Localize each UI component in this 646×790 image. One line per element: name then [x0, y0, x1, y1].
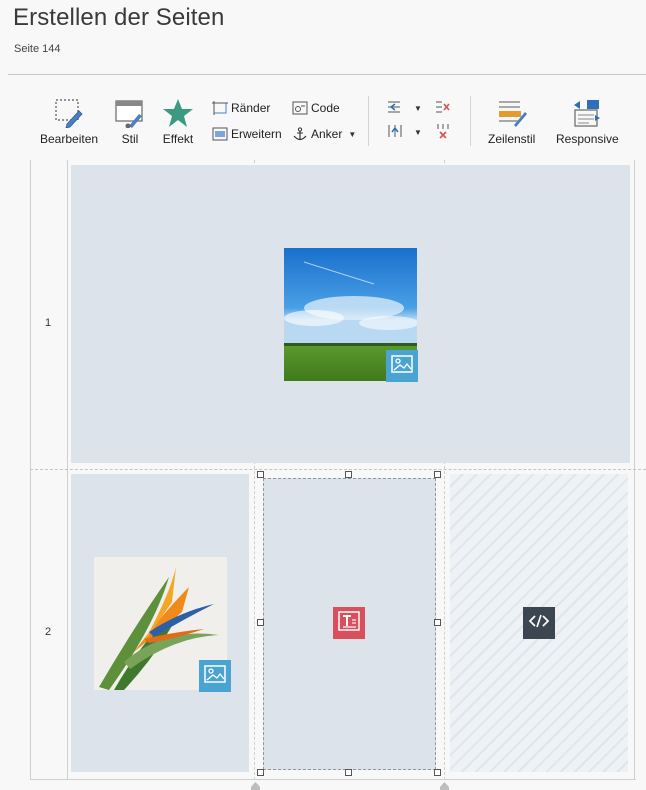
expand-icon	[212, 127, 228, 141]
insert-column-before-button[interactable]	[386, 99, 404, 117]
image-icon	[204, 664, 226, 688]
row2-text-cell-selected[interactable]	[263, 478, 436, 770]
chevron-down-icon[interactable]: ▼	[414, 128, 422, 137]
header-divider	[8, 74, 646, 75]
effect-button[interactable]: Effekt	[162, 98, 194, 146]
responsive-button[interactable]: Responsive	[556, 98, 619, 146]
code-button[interactable]: Code	[292, 99, 340, 117]
page-title: Erstellen der Seiten	[13, 4, 225, 31]
style-label: Stil	[121, 132, 139, 146]
delete-column-button[interactable]	[434, 99, 452, 117]
insert-row-icon	[386, 123, 404, 142]
column-resize-marker[interactable]	[251, 782, 260, 790]
anchor-icon	[292, 127, 308, 141]
row-gutter: 1 2	[30, 160, 68, 780]
rowstyle-button[interactable]: Zeilenstil	[488, 98, 535, 146]
style-button[interactable]: Stil	[114, 98, 146, 146]
resize-handle[interactable]	[345, 769, 352, 776]
row2-image-cell[interactable]	[71, 474, 249, 772]
expand-label: Erweitern	[231, 127, 282, 141]
edit-button[interactable]: Bearbeiten	[40, 98, 98, 146]
expand-button[interactable]: Erweitern	[212, 125, 282, 143]
resize-handle[interactable]	[434, 769, 441, 776]
row-number: 1	[45, 317, 52, 329]
edit-label: Bearbeiten	[40, 132, 99, 146]
row-style-icon	[496, 98, 528, 128]
delete-column-icon	[434, 99, 452, 118]
rowstyle-label: Zeilenstil	[488, 132, 536, 146]
borders-label: Ränder	[231, 101, 271, 115]
image-badge[interactable]	[199, 660, 231, 692]
code-brackets-icon	[528, 614, 550, 633]
style-icon	[114, 98, 146, 128]
insert-row-button[interactable]	[386, 123, 404, 141]
anchor-label: Anker	[311, 127, 343, 141]
responsive-label: Responsive	[556, 132, 619, 146]
star-icon	[162, 98, 194, 128]
effect-label: Effekt	[162, 132, 194, 146]
code-icon	[292, 101, 308, 115]
page-subtitle: Seite 144	[14, 43, 61, 55]
code-label: Code	[311, 101, 340, 115]
image-icon	[391, 354, 413, 378]
toolbar-separator	[368, 96, 369, 146]
chevron-down-icon[interactable]: ▼	[414, 104, 422, 113]
toolbar-separator	[470, 96, 471, 146]
resize-handle[interactable]	[257, 619, 264, 626]
text-badge[interactable]	[333, 607, 365, 639]
insert-column-icon	[386, 99, 404, 118]
row2-code-cell[interactable]	[450, 474, 628, 772]
anchor-button[interactable]: Anker ▼	[292, 125, 356, 143]
page-grid: 1 2	[30, 160, 646, 780]
resize-handle[interactable]	[257, 769, 264, 776]
code-badge[interactable]	[523, 607, 555, 639]
row-divider	[30, 469, 646, 470]
responsive-icon	[571, 98, 603, 128]
row1-image-cell[interactable]	[71, 165, 630, 463]
column-resize-marker[interactable]	[440, 782, 449, 790]
delete-row-button[interactable]	[434, 123, 452, 141]
resize-handle[interactable]	[345, 471, 352, 478]
text-icon	[338, 610, 360, 636]
chevron-down-icon: ▼	[348, 129, 357, 139]
resize-handle[interactable]	[434, 471, 441, 478]
borders-icon	[212, 101, 228, 115]
edit-icon	[53, 98, 85, 128]
delete-row-icon	[434, 123, 452, 142]
borders-button[interactable]: Ränder	[212, 99, 270, 117]
image-badge[interactable]	[386, 350, 418, 382]
toolbar: Bearbeiten Stil Effekt Ränder Erweitern …	[0, 92, 646, 152]
grid-main	[68, 160, 636, 780]
resize-handle[interactable]	[434, 619, 441, 626]
resize-handle[interactable]	[257, 471, 264, 478]
row-number: 2	[45, 626, 52, 638]
